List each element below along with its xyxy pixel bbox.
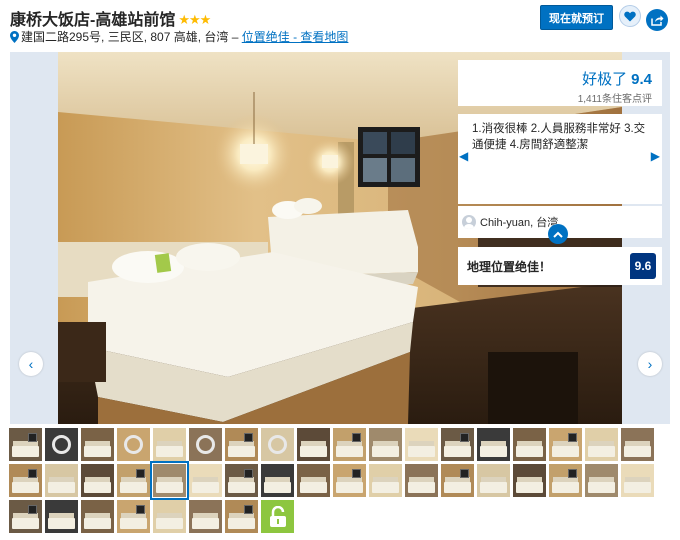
location-rating-card: 地理位置绝佳！ 9.6 <box>458 247 662 285</box>
favorite-button[interactable] <box>619 5 641 27</box>
photo-thumbnail[interactable] <box>441 464 474 497</box>
photo-thumbnail[interactable] <box>153 428 186 461</box>
next-review-button[interactable]: ▶ <box>651 148 660 164</box>
hotel-address-line: 建国二路295号, 三民区, 807 高雄, 台湾 – 位置绝佳 - 查看地图 <box>10 28 348 45</box>
photo-thumbnail[interactable] <box>513 428 546 461</box>
photo-thumbnail[interactable] <box>9 464 42 497</box>
photo-thumbnail[interactable] <box>585 428 618 461</box>
address-separator: – <box>228 30 242 44</box>
photo-thumbnail[interactable] <box>549 428 582 461</box>
photo-thumbnail[interactable] <box>333 464 366 497</box>
photo-thumbnail[interactable] <box>150 461 189 500</box>
review-score-label: 好极了 <box>582 71 628 88</box>
map-pin-icon <box>10 31 19 43</box>
photo-thumbnail[interactable] <box>225 500 258 533</box>
photo-thumbnail[interactable] <box>297 464 330 497</box>
previous-photo-button[interactable]: ‹ <box>19 352 43 376</box>
view-map-link[interactable]: 位置绝佳 - 查看地图 <box>242 30 349 44</box>
collapse-review-button[interactable] <box>548 224 568 244</box>
review-count: 1,411条住客点评 <box>577 94 652 105</box>
photo-thumbnail[interactable] <box>81 500 114 533</box>
photo-thumbnail[interactable] <box>621 428 654 461</box>
photo-thumbnail[interactable] <box>81 428 114 461</box>
thumbnail-locked[interactable] <box>261 500 294 533</box>
address-text: 建国二路295号, 三民区, 807 高雄, 台湾 <box>21 30 229 44</box>
photo-thumbnail[interactable] <box>333 428 366 461</box>
photo-thumbnail[interactable] <box>297 428 330 461</box>
book-now-button[interactable]: 现在就预订 <box>540 5 613 30</box>
photo-thumbnail[interactable] <box>621 464 654 497</box>
heart-icon <box>624 11 636 21</box>
photo-thumbnail[interactable] <box>117 464 150 497</box>
photo-thumbnail[interactable] <box>585 464 618 497</box>
photo-thumbnail[interactable] <box>9 500 42 533</box>
photo-thumbnail[interactable] <box>45 500 78 533</box>
photo-thumbnail[interactable] <box>45 464 78 497</box>
review-score-value: 9.4 <box>631 71 652 88</box>
photo-thumbnail[interactable] <box>189 464 222 497</box>
user-avatar-icon <box>462 215 476 229</box>
photo-thumbnail[interactable] <box>9 428 42 461</box>
review-quote-text: 1.消夜很棒 2.人員服務非常好 3.交通便捷 4.房間舒適整潔 <box>472 123 646 151</box>
photo-thumbnail[interactable] <box>369 428 402 461</box>
photo-thumbnail[interactable] <box>153 500 186 533</box>
photo-thumbnail[interactable] <box>441 428 474 461</box>
hotel-name: 康桥大饭店-高雄站前馆 <box>10 12 176 29</box>
photo-thumbnail[interactable] <box>81 464 114 497</box>
photo-thumbnail[interactable] <box>549 464 582 497</box>
review-author-name: Chih-yuan, 台湾 <box>480 217 559 229</box>
photo-thumbnail[interactable] <box>225 428 258 461</box>
photo-thumbnail[interactable] <box>117 428 150 461</box>
photo-thumbnail[interactable] <box>477 428 510 461</box>
chevron-up-icon <box>553 231 563 238</box>
photo-thumbnail[interactable] <box>189 500 222 533</box>
photo-thumbnail[interactable] <box>513 464 546 497</box>
review-panel: 好极了 9.4 1,411条住客点评 ◀ 1.消夜很棒 2.人員服務非常好 3.交… <box>458 60 662 238</box>
photo-thumbnail[interactable] <box>261 464 294 497</box>
next-photo-button[interactable]: › <box>638 352 662 376</box>
photo-thumbnail[interactable] <box>369 464 402 497</box>
review-quote-card: ◀ 1.消夜很棒 2.人員服務非常好 3.交通便捷 4.房間舒適整潔 ▶ <box>458 114 662 204</box>
unlock-icon <box>269 505 286 527</box>
photo-thumbnail[interactable] <box>477 464 510 497</box>
hotel-title: 康桥大饭店-高雄站前馆 ★★★ <box>10 6 211 30</box>
photo-thumbnail[interactable] <box>405 428 438 461</box>
star-rating: ★★★ <box>178 12 211 27</box>
photo-thumbnail[interactable] <box>45 428 78 461</box>
photo-thumbnail[interactable] <box>261 428 294 461</box>
photo-thumbnail[interactable] <box>405 464 438 497</box>
photo-thumbnail[interactable] <box>225 464 258 497</box>
location-score-badge: 9.6 <box>630 253 656 279</box>
previous-review-button[interactable]: ◀ <box>459 148 468 164</box>
photo-thumbnail[interactable] <box>189 428 222 461</box>
location-rating-label: 地理位置绝佳！ <box>467 259 552 274</box>
photo-thumbnail[interactable] <box>117 500 150 533</box>
review-score-card[interactable]: 好极了 9.4 1,411条住客点评 <box>458 60 662 106</box>
hotel-page: 康桥大饭店-高雄站前馆 ★★★ 建国二路295号, 三民区, 807 高雄, 台湾… <box>0 0 680 540</box>
share-button[interactable] <box>646 9 668 31</box>
share-icon <box>650 15 663 26</box>
